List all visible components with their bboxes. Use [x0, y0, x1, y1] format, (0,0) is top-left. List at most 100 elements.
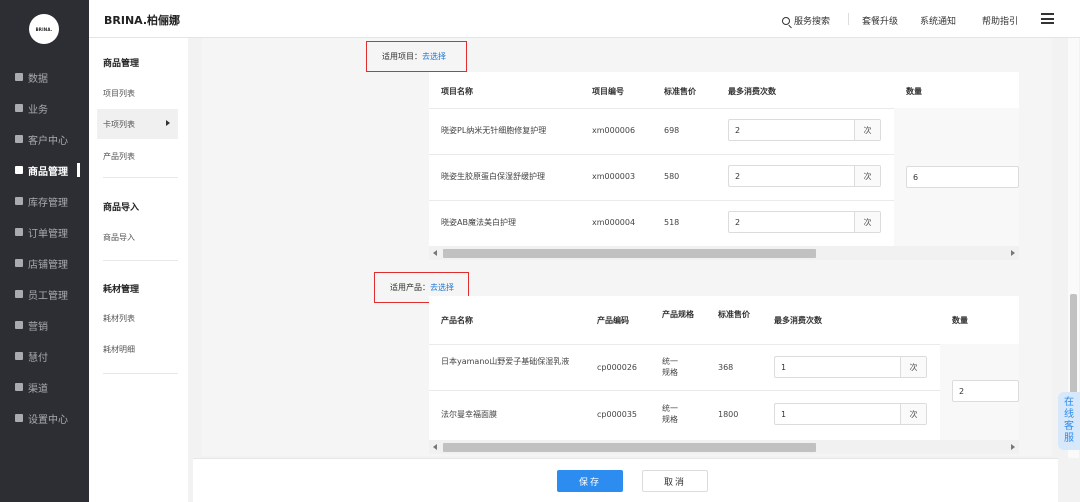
unit-suffix: 次	[854, 212, 880, 232]
nav-label: 员工管理	[28, 290, 68, 302]
subnav-item-projects[interactable]: 项目列表	[103, 88, 135, 99]
column-header: 产品名称	[441, 316, 473, 325]
product-name: 日本yamano山野爱子基础保湿乳液	[441, 357, 570, 366]
search-icon	[782, 17, 790, 25]
service-search-label: 服务搜索	[794, 17, 831, 27]
customer-icon	[15, 135, 23, 143]
gift-icon	[15, 321, 23, 329]
horizontal-scrollbar[interactable]	[429, 246, 1019, 260]
scroll-right-icon[interactable]	[1011, 444, 1015, 450]
project-code: xm000004	[592, 218, 636, 227]
column-header: 最多消费次数	[774, 316, 822, 325]
column-header: 项目编号	[592, 87, 624, 96]
project-code: xm000006	[592, 126, 636, 135]
product-price: 368	[718, 363, 734, 372]
product-price: 1800	[718, 410, 739, 419]
subnav-item-material-details[interactable]: 耗材明细	[103, 344, 135, 355]
nav-item-inventory[interactable]: 库存管理	[0, 191, 89, 211]
product-spec: 统一规格	[662, 357, 678, 377]
max-times-input[interactable]: 1次	[774, 403, 927, 425]
help-link[interactable]: 帮助指引	[982, 14, 1018, 27]
max-times-input[interactable]: 1次	[774, 356, 927, 378]
nav-label: 营销	[28, 321, 48, 333]
subnav-divider	[103, 177, 178, 178]
nav-item-data[interactable]: 数据	[0, 67, 89, 87]
nav-item-marketing[interactable]: 营销	[0, 315, 89, 335]
unit-suffix: 次	[900, 357, 926, 377]
gear-icon	[15, 414, 23, 422]
applicable-projects-field: 适用项目： 去选择	[366, 41, 467, 72]
project-quantity-input[interactable]: 6	[906, 166, 1019, 188]
save-button[interactable]: 保存	[557, 470, 623, 492]
product-quantity-input[interactable]: 2	[952, 380, 1019, 402]
unit-suffix: 次	[854, 120, 880, 140]
nav-item-channels[interactable]: 渠道	[0, 377, 89, 397]
project-code: xm000003	[592, 172, 636, 181]
select-products-link[interactable]: 去选择	[430, 282, 454, 293]
nav-item-business[interactable]: 业务	[0, 98, 89, 118]
product-spec: 统一规格	[662, 404, 678, 424]
staff-icon	[15, 290, 23, 298]
scroll-right-icon[interactable]	[1011, 250, 1015, 256]
unit-suffix: 次	[900, 404, 926, 424]
max-times-input[interactable]: 2次	[728, 211, 881, 233]
hamburger-menu-icon[interactable]	[1041, 13, 1054, 24]
nav-item-stores[interactable]: 店铺管理	[0, 253, 89, 273]
main-content: 适用项目： 去选择 项目名称 项目编号 标准售价 最多消费次数 数量 6 晓姿PL…	[188, 38, 1080, 502]
service-search-button[interactable]: 服务搜索	[782, 14, 830, 27]
select-projects-link[interactable]: 去选择	[422, 51, 446, 62]
project-name: 晓姿生胶原蛋白保湿舒缓护理	[441, 172, 545, 181]
online-service-button[interactable]: 在线客服	[1058, 392, 1080, 450]
nav-label: 慧付	[28, 352, 48, 364]
scroll-left-icon[interactable]	[433, 250, 437, 256]
store-icon	[15, 259, 23, 267]
nav-label: 库存管理	[28, 197, 68, 209]
applicable-products-label: 适用产品：	[390, 283, 430, 292]
product-code: cp000035	[597, 410, 638, 419]
row-divider	[429, 108, 894, 109]
secondary-sidebar: 商品管理 项目列表 卡项列表 产品列表 商品导入 商品导入 耗材管理 耗材列表 …	[89, 38, 188, 502]
row-divider	[429, 200, 894, 201]
nav-item-staff[interactable]: 员工管理	[0, 284, 89, 304]
max-times-input[interactable]: 2次	[728, 165, 881, 187]
cancel-button[interactable]: 取消	[642, 470, 708, 492]
channel-icon	[15, 383, 23, 391]
nav-label: 店铺管理	[28, 259, 68, 271]
project-name: 晓姿AB魔法美白护理	[441, 218, 516, 227]
max-times-value: 1	[781, 362, 787, 372]
horizontal-scrollbar[interactable]	[429, 440, 1019, 454]
row-divider	[429, 344, 940, 345]
scrollbar-thumb[interactable]	[443, 443, 816, 452]
subnav-item-import[interactable]: 商品导入	[103, 232, 135, 243]
max-times-input[interactable]: 2次	[728, 119, 881, 141]
project-price: 698	[664, 126, 680, 135]
brand-logo[interactable]: BRINA.	[29, 14, 59, 44]
subnav-item-products[interactable]: 产品列表	[103, 151, 135, 162]
max-times-value: 2	[735, 125, 741, 135]
row-divider	[429, 154, 894, 155]
main-sidebar: BRINA. 数据 业务 客户中心 商品管理 库存管理 订单管理 店铺管理 员工…	[0, 0, 89, 502]
subnav-item-materials[interactable]: 耗材列表	[103, 313, 135, 324]
upgrade-link[interactable]: 套餐升级	[862, 14, 898, 27]
nav-item-products[interactable]: 商品管理	[0, 160, 89, 180]
nav-label: 业务	[28, 104, 48, 116]
product-icon	[15, 166, 23, 174]
products-table: 产品名称 产品编码 产品规格 标准售价 最多消费次数 数量 2 日本yamano…	[429, 296, 1019, 454]
row-divider	[429, 390, 940, 391]
nav-item-payment[interactable]: 慧付	[0, 346, 89, 366]
max-times-value: 2	[735, 217, 741, 227]
scrollbar-thumb[interactable]	[443, 249, 816, 258]
subnav-item-cards[interactable]: 卡项列表	[103, 119, 135, 130]
scroll-left-icon[interactable]	[433, 444, 437, 450]
top-header: BRINA.柏俪娜 服务搜索 套餐升级 系统通知 帮助指引	[89, 0, 1080, 38]
business-icon	[15, 104, 23, 112]
nav-item-orders[interactable]: 订单管理	[0, 222, 89, 242]
nav-item-settings[interactable]: 设置中心	[0, 408, 89, 428]
subnav-group-title: 商品导入	[103, 203, 140, 213]
nav-item-customers[interactable]: 客户中心	[0, 129, 89, 149]
notifications-link[interactable]: 系统通知	[920, 14, 956, 27]
subnav-divider	[103, 260, 178, 261]
subnav-group-title: 商品管理	[103, 59, 140, 69]
max-times-value: 1	[781, 409, 787, 419]
order-icon	[15, 228, 23, 236]
